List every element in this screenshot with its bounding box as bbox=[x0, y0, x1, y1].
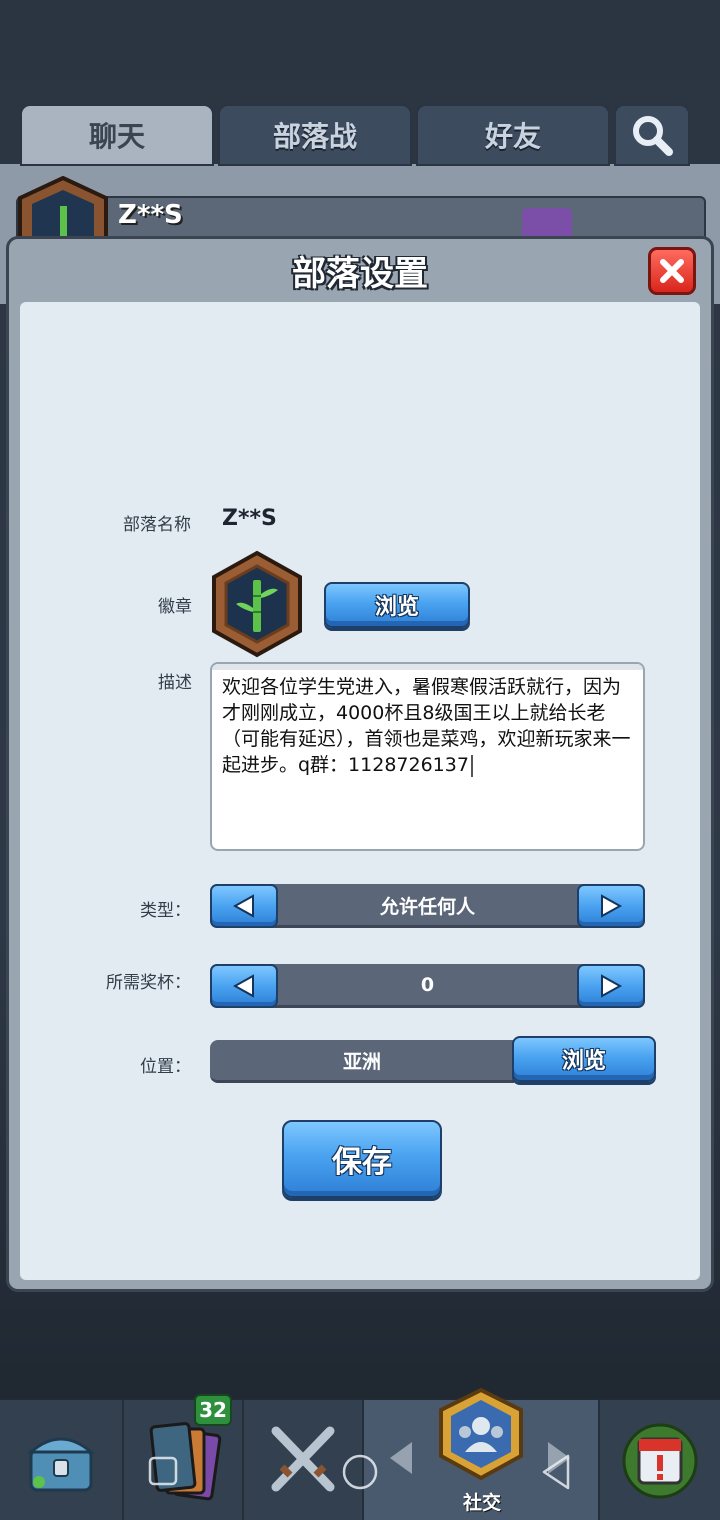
tab-clan-war-label: 部落战 bbox=[272, 120, 357, 153]
badge-browse-button[interactable]: 浏览 bbox=[324, 582, 470, 628]
nav-shop[interactable] bbox=[0, 1400, 122, 1520]
arrow-right-icon bbox=[601, 894, 623, 918]
nav-events[interactable] bbox=[600, 1400, 720, 1520]
clan-name-label: 部落名称 bbox=[123, 515, 191, 535]
modal-title: 部落设置 bbox=[292, 254, 428, 294]
trophy-selector: 0 bbox=[210, 964, 645, 1008]
clan-badge bbox=[210, 550, 304, 658]
trophy-value: 0 bbox=[420, 974, 435, 996]
tab-clan-war[interactable]: 部落战 bbox=[218, 104, 412, 166]
type-prev-button[interactable] bbox=[210, 884, 278, 928]
trophy-prev-button[interactable] bbox=[210, 964, 278, 1008]
search-icon bbox=[633, 116, 673, 156]
type-label: 类型： bbox=[140, 901, 191, 921]
chest-icon bbox=[26, 1437, 96, 1492]
trophy-next-button[interactable] bbox=[577, 964, 645, 1008]
type-selector: 允许任何人 bbox=[210, 884, 645, 928]
tab-chat[interactable]: 聊天 bbox=[20, 104, 214, 166]
bamboo-badge-icon bbox=[212, 550, 302, 658]
events-icon bbox=[622, 1423, 698, 1499]
social-icon bbox=[439, 1387, 523, 1481]
close-icon bbox=[660, 259, 684, 283]
close-button[interactable] bbox=[648, 247, 696, 295]
carousel-left-icon[interactable] bbox=[386, 1438, 416, 1478]
arrow-left-icon bbox=[232, 894, 254, 918]
system-recents-icon[interactable] bbox=[146, 1454, 180, 1488]
tab-search[interactable] bbox=[614, 104, 690, 166]
arrow-left-icon bbox=[232, 974, 254, 998]
nav-social-label: 社交 bbox=[462, 1492, 501, 1514]
clan-name-value: Z**S bbox=[222, 506, 277, 531]
trophy-label: 所需奖杯： bbox=[106, 973, 191, 993]
card-count-badge: 32 bbox=[194, 1394, 232, 1426]
location-value: 亚洲 bbox=[210, 1040, 514, 1083]
location-browse-button[interactable]: 浏览 bbox=[512, 1036, 656, 1082]
system-home-icon[interactable] bbox=[340, 1452, 380, 1492]
clan-header-name: Z**S bbox=[118, 200, 183, 230]
arrow-right-icon bbox=[601, 974, 623, 998]
tab-friends-label: 好友 bbox=[484, 120, 541, 153]
description-input[interactable]: 欢迎各位学生党进入，暑假寒假活跃就行，因为才刚刚成立，4000杯且8级国王以上就… bbox=[210, 662, 645, 851]
text-caret bbox=[470, 754, 473, 777]
system-back-icon[interactable] bbox=[538, 1452, 574, 1492]
tab-chat-label: 聊天 bbox=[88, 120, 145, 153]
type-value: 允许任何人 bbox=[379, 895, 475, 918]
badge-label: 徽章 bbox=[158, 597, 192, 617]
type-next-button[interactable] bbox=[577, 884, 645, 928]
save-button[interactable]: 保存 bbox=[282, 1120, 442, 1198]
description-text: 欢迎各位学生党进入，暑假寒假活跃就行，因为才刚刚成立，4000杯且8级国王以上就… bbox=[222, 676, 631, 776]
location-label: 位置： bbox=[140, 1057, 191, 1077]
tab-friends[interactable]: 好友 bbox=[416, 104, 610, 166]
description-label: 描述 bbox=[158, 673, 192, 693]
battle-swords-icon bbox=[271, 1426, 335, 1492]
